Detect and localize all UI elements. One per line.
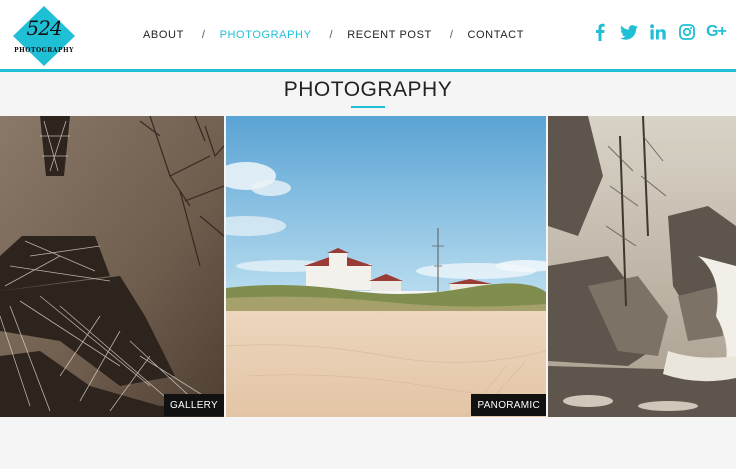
gallery-tile[interactable] xyxy=(548,116,736,417)
social-links: G+ xyxy=(582,22,727,42)
facebook-icon[interactable] xyxy=(589,22,611,42)
site-header: 524 PHOTOGRAPHY ABOUT / PHOTOGRAPHY / RE… xyxy=(0,0,736,72)
eiffel-tower-photo xyxy=(0,116,224,417)
tile-label-panoramic[interactable]: PANORAMIC xyxy=(471,394,546,416)
nav-separator: / xyxy=(329,29,334,41)
photo-gallery: GALLERY PANORAMIC xyxy=(0,116,736,417)
logo-subtext: PHOTOGRAPHY xyxy=(14,47,74,54)
nav-item-about[interactable]: ABOUT xyxy=(143,29,184,41)
page-title: PHOTOGRAPHY xyxy=(283,78,453,101)
tile-label-gallery[interactable]: GALLERY xyxy=(163,394,224,416)
nav-separator: / xyxy=(449,29,454,41)
gallery-tile[interactable]: PANORAMIC xyxy=(226,116,546,417)
logo-text: 524 xyxy=(26,16,62,40)
main-nav: ABOUT / PHOTOGRAPHY / RECENT POST / CONT… xyxy=(143,28,524,42)
title-underline xyxy=(351,106,385,108)
site-logo[interactable]: 524 PHOTOGRAPHY xyxy=(13,6,75,66)
linkedin-icon[interactable] xyxy=(647,22,669,42)
waterfall-photo xyxy=(548,116,736,417)
instagram-icon[interactable] xyxy=(676,22,698,42)
twitter-icon[interactable] xyxy=(618,22,640,42)
google-plus-icon[interactable]: G+ xyxy=(705,22,727,42)
nav-item-contact[interactable]: CONTACT xyxy=(467,29,524,41)
nav-item-recent-post[interactable]: RECENT POST xyxy=(347,29,432,41)
gallery-tile[interactable]: GALLERY xyxy=(0,116,224,417)
beach-lighthouse-photo xyxy=(226,116,546,417)
nav-separator: / xyxy=(201,29,206,41)
nav-item-photography[interactable]: PHOTOGRAPHY xyxy=(220,29,312,41)
